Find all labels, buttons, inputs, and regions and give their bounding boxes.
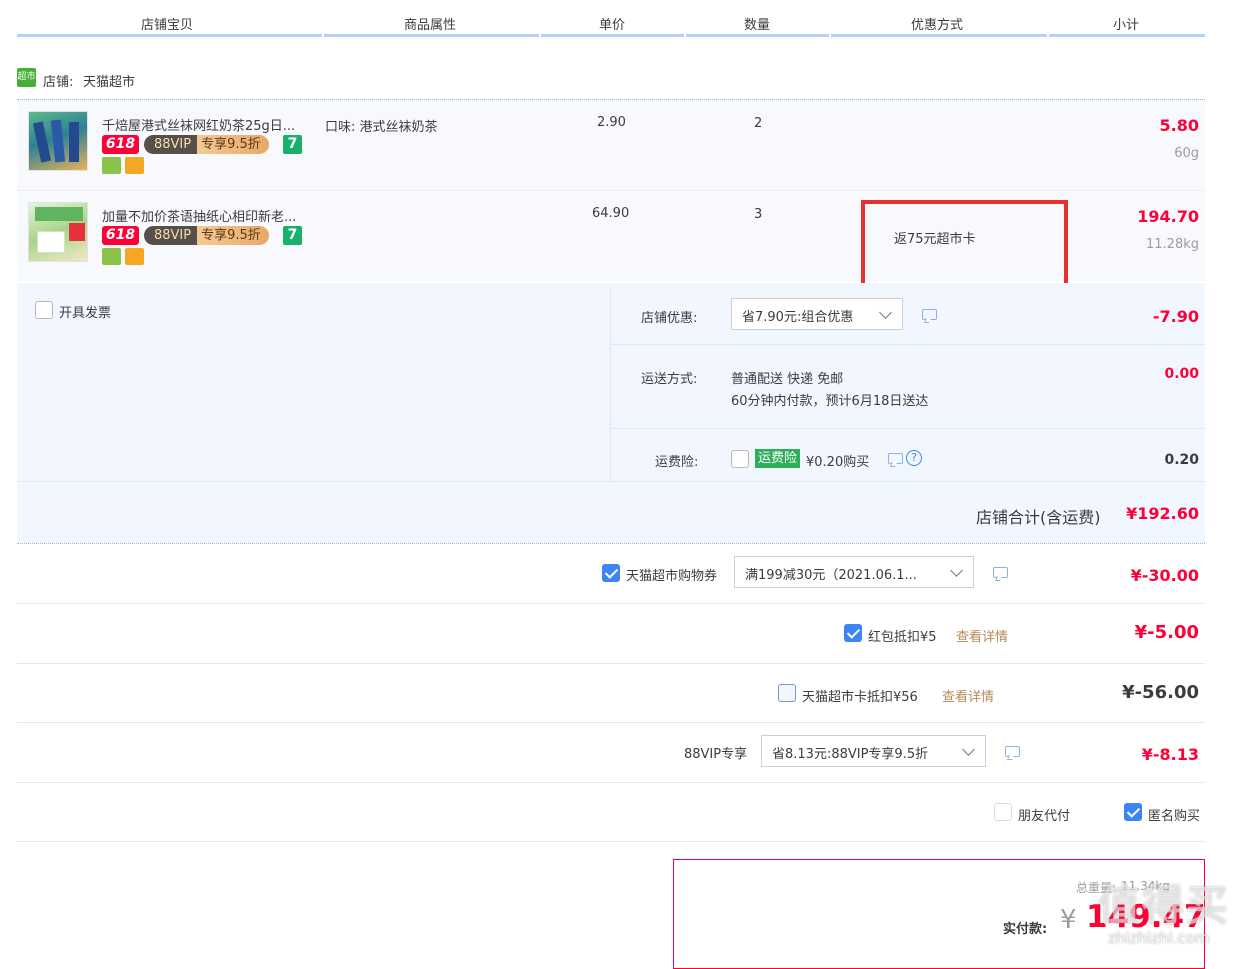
shop-label: 店铺: bbox=[43, 75, 74, 90]
chevron-down-icon bbox=[950, 564, 963, 577]
message-icon[interactable] bbox=[922, 309, 937, 320]
divider bbox=[17, 603, 1205, 604]
badge-88vip: 88VIP 专享9.5折 bbox=[144, 135, 269, 154]
product-image[interactable] bbox=[28, 111, 88, 171]
shop-total-amount: ¥192.60 bbox=[1126, 504, 1199, 523]
card-details-link[interactable]: 查看详情 bbox=[942, 686, 994, 705]
header-price: 单价 bbox=[599, 18, 626, 33]
chevron-down-icon bbox=[962, 743, 975, 756]
product-title[interactable]: 加量不加价茶语抽纸心相印新老... bbox=[102, 206, 296, 225]
header-subtotal: 小计 bbox=[1113, 18, 1140, 33]
item-subtotal: 194.70 bbox=[1137, 207, 1199, 226]
header-underline bbox=[1049, 34, 1205, 37]
shop-discount-amount: -7.90 bbox=[1152, 307, 1199, 326]
header-attr: 商品属性 bbox=[404, 18, 457, 33]
friend-pay-label: 朋友代付 bbox=[1018, 809, 1071, 824]
service-icon bbox=[102, 157, 121, 174]
highlight-box bbox=[861, 200, 1068, 288]
item-weight: 11.28kg bbox=[1146, 237, 1199, 252]
help-icon[interactable]: ? bbox=[906, 450, 922, 466]
message-icon[interactable] bbox=[993, 567, 1008, 578]
invoice-label: 开具发票 bbox=[59, 306, 112, 321]
header-underline bbox=[541, 34, 684, 37]
badge-88vip: 88VIP 专享9.5折 bbox=[144, 226, 269, 245]
card-icon bbox=[125, 248, 144, 265]
anonymous-checkbox[interactable] bbox=[1124, 803, 1142, 821]
vip-label: 88VIP专享 bbox=[684, 747, 748, 762]
coupon-checkbox[interactable] bbox=[602, 564, 620, 582]
item-subtotal: 5.80 bbox=[1159, 116, 1199, 135]
header-underline bbox=[686, 34, 829, 37]
divider bbox=[17, 663, 1205, 664]
insurance-label: 运费险: bbox=[655, 455, 699, 470]
redpacket-label: 红包抵扣¥5 bbox=[868, 630, 937, 645]
product-title[interactable]: 千焙屋港式丝袜网红奶茶25g日... bbox=[102, 115, 295, 134]
unit-price: 2.90 bbox=[597, 115, 626, 130]
coupon-amount: ¥-30.00 bbox=[1130, 566, 1199, 585]
friend-pay-checkbox[interactable] bbox=[994, 803, 1012, 821]
badge-7day-return: 7 bbox=[283, 135, 302, 154]
shipping-eta: 60分钟内付款，预计6月18日送达 bbox=[731, 394, 929, 409]
chevron-down-icon bbox=[879, 306, 892, 319]
message-icon[interactable] bbox=[1005, 746, 1020, 757]
divider bbox=[17, 190, 1205, 191]
coupon-select[interactable]: 满199减30元（2021.06.1... bbox=[734, 556, 974, 588]
shop-logo-icon: 超市 bbox=[17, 68, 36, 87]
message-icon[interactable] bbox=[888, 453, 903, 464]
anonymous-label: 匿名购买 bbox=[1148, 809, 1201, 824]
card-checkbox[interactable] bbox=[778, 684, 796, 702]
card-label: 天猫超市卡抵扣¥56 bbox=[802, 690, 918, 705]
shop-discount-label: 店铺优惠: bbox=[641, 311, 698, 326]
redpacket-details-link[interactable]: 查看详情 bbox=[956, 626, 1008, 645]
badge-618: 618 bbox=[102, 135, 139, 154]
pay-label: 实付款: bbox=[1003, 922, 1048, 937]
insurance-amount: 0.20 bbox=[1164, 452, 1199, 468]
header-promo: 优惠方式 bbox=[911, 18, 964, 33]
header-underline bbox=[831, 34, 1047, 37]
product-image[interactable] bbox=[28, 202, 88, 262]
shop-name[interactable]: 天猫超市 bbox=[83, 71, 135, 90]
quantity: 2 bbox=[754, 116, 763, 131]
divider bbox=[611, 344, 1205, 345]
shipping-label: 运送方式: bbox=[641, 372, 698, 387]
divider bbox=[17, 782, 1205, 783]
shop-discount-select[interactable]: 省7.90元:组合优惠 bbox=[731, 298, 903, 330]
shipping-amount: 0.00 bbox=[1164, 366, 1199, 382]
redpacket-checkbox[interactable] bbox=[844, 624, 862, 642]
insurance-checkbox[interactable] bbox=[731, 450, 749, 468]
currency-symbol: ¥ bbox=[1060, 905, 1077, 935]
quantity: 3 bbox=[754, 207, 763, 222]
divider bbox=[17, 481, 1205, 482]
item-weight: 60g bbox=[1174, 146, 1199, 161]
card-icon bbox=[125, 157, 144, 174]
insurance-tag: 运费险 bbox=[755, 449, 801, 468]
watermark-logo: 值得买 bbox=[1098, 881, 1231, 930]
divider bbox=[17, 722, 1205, 723]
vip-select[interactable]: 省8.13元:88VIP专享9.5折 bbox=[761, 735, 986, 767]
shipping-method: 普通配送 快递 免邮 bbox=[731, 372, 844, 387]
vip-amount: ¥-8.13 bbox=[1141, 745, 1199, 764]
badge-7day-return: 7 bbox=[283, 226, 302, 245]
header-underline bbox=[324, 34, 539, 37]
service-icon bbox=[102, 248, 121, 265]
shop-total-label: 店铺合计(含运费) bbox=[976, 508, 1101, 527]
insurance-price: ¥0.20购买 bbox=[806, 455, 870, 470]
header-item: 店铺宝贝 bbox=[141, 18, 194, 33]
header-qty: 数量 bbox=[744, 18, 771, 33]
badge-618: 618 bbox=[102, 226, 139, 245]
divider bbox=[17, 841, 1205, 842]
invoice-checkbox[interactable] bbox=[35, 301, 53, 319]
header-underline bbox=[17, 34, 322, 37]
divider bbox=[17, 543, 1205, 544]
redpacket-amount: ¥-5.00 bbox=[1134, 622, 1199, 643]
divider bbox=[611, 428, 1205, 429]
product-attr: 口味: 港式丝袜奶茶 bbox=[325, 120, 438, 135]
watermark-url: zhizhizhi.com bbox=[1108, 929, 1210, 947]
coupon-label: 天猫超市购物券 bbox=[626, 569, 718, 584]
unit-price: 64.90 bbox=[592, 206, 630, 221]
card-amount: ¥-56.00 bbox=[1122, 682, 1199, 703]
